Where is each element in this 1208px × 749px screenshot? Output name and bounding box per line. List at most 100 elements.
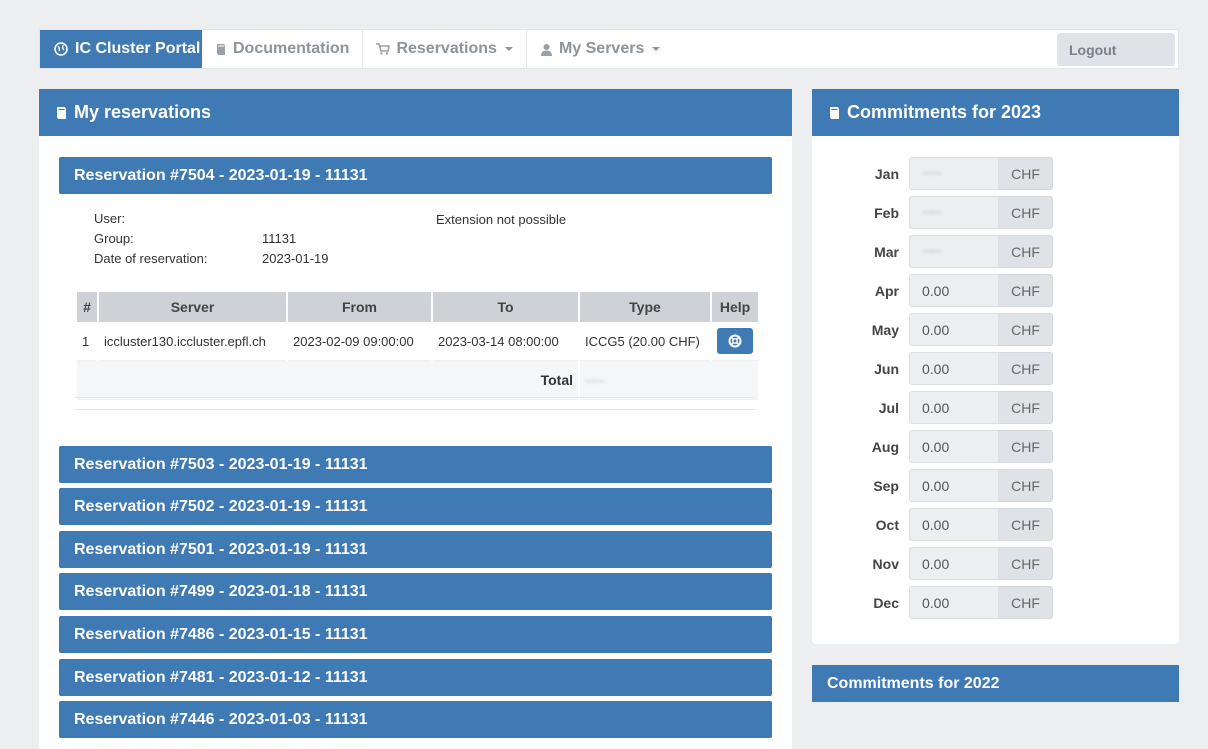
month-row-feb: Feb ~~~ CHF bbox=[812, 196, 1179, 230]
reservation-header-7504[interactable]: Reservation #7504 - 2023-01-19 - 11131 bbox=[59, 157, 772, 194]
month-row-sep: Sep 0.00 CHF bbox=[812, 469, 1179, 503]
reservation-header-7486[interactable]: Reservation #7486 - 2023-01-15 - 11131 bbox=[59, 616, 772, 653]
month-amount-value: 0.00 bbox=[922, 360, 950, 377]
month-amount-field[interactable]: 0.00 bbox=[909, 274, 999, 307]
month-amount-field[interactable]: 0.00 bbox=[909, 352, 999, 385]
divider bbox=[75, 397, 755, 398]
month-amount-field[interactable]: ~~~ bbox=[909, 235, 999, 268]
month-label: Jun bbox=[874, 361, 899, 377]
month-amount-value: 0.00 bbox=[922, 477, 950, 494]
month-row-oct: Oct 0.00 CHF bbox=[812, 508, 1179, 542]
currency-addon: CHF bbox=[999, 196, 1053, 229]
nav-documentation-label: Documentation bbox=[233, 40, 350, 57]
reservation-header-7502[interactable]: Reservation #7502 - 2023-01-19 - 11131 bbox=[59, 488, 772, 525]
reservation-header-7499[interactable]: Reservation #7499 - 2023-01-18 - 11131 bbox=[59, 573, 772, 610]
cell-type: ICCG5 (20.00 CHF) bbox=[580, 322, 710, 361]
extension-status: Extension not possible bbox=[436, 212, 567, 227]
month-row-may: May 0.00 CHF bbox=[812, 313, 1179, 347]
book-icon bbox=[57, 106, 66, 119]
redacted-amount: ~~~ bbox=[922, 245, 942, 258]
help-button[interactable] bbox=[717, 328, 753, 354]
chevron-down-icon bbox=[652, 47, 661, 51]
currency-addon: CHF bbox=[999, 274, 1053, 307]
date-label: Date of reservation: bbox=[94, 251, 208, 266]
month-amount-value: 0.00 bbox=[922, 438, 950, 455]
globe-icon bbox=[54, 42, 68, 56]
date-value: 2023-01-19 bbox=[262, 251, 329, 266]
commitments-2023-header: Commitments for 2023 bbox=[812, 89, 1179, 136]
nav-reservations-dropdown[interactable]: Reservations bbox=[363, 30, 527, 68]
nav-documentation[interactable]: Documentation bbox=[202, 30, 364, 68]
my-reservations-panel: My reservations Reservation #7504 - 2023… bbox=[39, 89, 792, 749]
month-amount-field[interactable]: ~~~ bbox=[909, 196, 999, 229]
currency-addon: CHF bbox=[999, 157, 1053, 190]
month-label: Dec bbox=[873, 595, 899, 611]
month-label: May bbox=[871, 322, 899, 338]
reservation-header-7481[interactable]: Reservation #7481 - 2023-01-12 - 11131 bbox=[59, 659, 772, 696]
col-header-help: Help bbox=[712, 292, 758, 322]
total-row: Total ~~~ bbox=[77, 361, 758, 400]
month-row-aug: Aug 0.00 CHF bbox=[812, 430, 1179, 464]
chevron-down-icon bbox=[504, 47, 513, 51]
col-header-number: # bbox=[77, 292, 97, 322]
cell-help bbox=[712, 322, 758, 361]
month-label: Aug bbox=[871, 439, 899, 455]
col-header-from: From bbox=[288, 292, 431, 322]
currency-addon: CHF bbox=[999, 391, 1053, 424]
table-row: 1 iccluster130.iccluster.epfl.ch 2023-02… bbox=[77, 322, 758, 361]
commitments-2022-header[interactable]: Commitments for 2022 bbox=[812, 665, 1179, 702]
cart-icon bbox=[376, 43, 391, 55]
cell-number: 1 bbox=[77, 322, 97, 361]
month-label: Jul bbox=[878, 400, 899, 416]
my-reservations-header: My reservations bbox=[39, 89, 792, 136]
col-header-server: Server bbox=[99, 292, 286, 322]
user-label: User: bbox=[94, 211, 126, 226]
total-value: ~~~ bbox=[580, 361, 758, 400]
reservation-header-7446[interactable]: Reservation #7446 - 2023-01-03 - 11131 bbox=[59, 701, 772, 738]
group-value: 11131 bbox=[262, 231, 297, 246]
total-label: Total bbox=[77, 361, 578, 400]
user-icon bbox=[540, 43, 552, 56]
month-row-dec: Dec 0.00 CHF bbox=[812, 586, 1179, 620]
nav-my-servers-label: My Servers bbox=[558, 40, 645, 57]
currency-addon: CHF bbox=[999, 313, 1053, 346]
redacted-amount: ~~~ bbox=[922, 206, 942, 219]
month-row-jan: Jan ~~~ CHF bbox=[812, 157, 1179, 191]
reservation-header-7501[interactable]: Reservation #7501 - 2023-01-19 - 11131 bbox=[59, 531, 772, 568]
month-amount-field[interactable]: 0.00 bbox=[909, 547, 999, 580]
reservation-header-7503[interactable]: Reservation #7503 - 2023-01-19 - 11131 bbox=[59, 446, 772, 483]
nav-my-servers-dropdown[interactable]: My Servers bbox=[527, 30, 673, 68]
month-amount-field[interactable]: 0.00 bbox=[909, 430, 999, 463]
cell-to: 2023-03-14 08:00:00 bbox=[433, 322, 578, 361]
col-header-to: To bbox=[433, 292, 578, 322]
month-row-jul: Jul 0.00 CHF bbox=[812, 391, 1179, 425]
panel-title: My reservations bbox=[74, 102, 212, 122]
month-amount-field[interactable]: 0.00 bbox=[909, 586, 999, 619]
logout-button[interactable]: Logout bbox=[1057, 33, 1175, 66]
currency-addon: CHF bbox=[999, 508, 1053, 541]
month-label: Sep bbox=[873, 478, 899, 494]
month-amount-value: 0.00 bbox=[922, 282, 950, 299]
month-amount-value: 0.00 bbox=[922, 516, 950, 533]
cell-from: 2023-02-09 09:00:00 bbox=[288, 322, 431, 361]
panel-title: Commitments for 2022 bbox=[827, 674, 1000, 692]
book-icon bbox=[217, 43, 225, 55]
month-row-mar: Mar ~~~ CHF bbox=[812, 235, 1179, 269]
month-amount-field[interactable]: 0.00 bbox=[909, 313, 999, 346]
month-amount-value: 0.00 bbox=[922, 321, 950, 338]
currency-addon: CHF bbox=[999, 469, 1053, 502]
currency-addon: CHF bbox=[999, 547, 1053, 580]
month-amount-field[interactable]: ~~~ bbox=[909, 157, 999, 190]
currency-addon: CHF bbox=[999, 352, 1053, 385]
servers-table: # Server From To Type Help 1 iccluster13… bbox=[75, 292, 760, 400]
currency-addon: CHF bbox=[999, 235, 1053, 268]
commitments-2023-panel: Commitments for 2023 Jan ~~~ CHF Feb ~~~ CHF M… bbox=[812, 89, 1179, 644]
month-row-nov: Nov 0.00 CHF bbox=[812, 547, 1179, 581]
month-amount-field[interactable]: 0.00 bbox=[909, 469, 999, 502]
redacted-total: ~~~ bbox=[585, 375, 605, 388]
redacted-amount: ~~~ bbox=[922, 167, 942, 180]
month-amount-field[interactable]: 0.00 bbox=[909, 391, 999, 424]
brand-link[interactable]: IC Cluster Portal bbox=[40, 30, 202, 68]
month-amount-field[interactable]: 0.00 bbox=[909, 508, 999, 541]
month-row-apr: Apr 0.00 CHF bbox=[812, 274, 1179, 308]
